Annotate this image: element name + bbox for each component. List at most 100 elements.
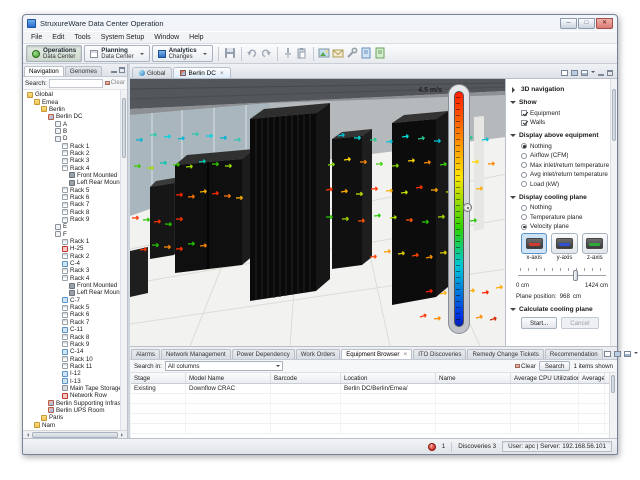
tree-item-h-25[interactable]: H-25 xyxy=(25,245,127,252)
tab-berlin-dc[interactable]: Berlin DC× xyxy=(173,67,230,78)
cooling-plane-option-nothing[interactable]: Nothing xyxy=(521,204,608,211)
tree-item-nam[interactable]: Nam xyxy=(25,421,127,428)
column-header-model-name[interactable]: Model Name xyxy=(186,373,271,383)
tree-vertical-scrollbar[interactable] xyxy=(120,90,127,430)
image-icon[interactable] xyxy=(318,47,331,60)
panel-fill-icon[interactable] xyxy=(614,351,621,357)
tree-item-left-rear-moun[interactable]: Left Rear Moun xyxy=(25,289,127,296)
panel-split-icon[interactable] xyxy=(624,351,631,357)
undo-icon[interactable] xyxy=(246,47,259,60)
close-window-button[interactable]: ✕ xyxy=(596,18,613,29)
tree-item-rack-4[interactable]: Rack 4 xyxy=(25,164,127,171)
tree-item-rack-9[interactable]: Rack 9 xyxy=(25,216,127,223)
view-menu-icon[interactable] xyxy=(591,71,595,75)
tree-item-rack-6[interactable]: Rack 6 xyxy=(25,311,127,318)
radio-nothing[interactable] xyxy=(521,143,527,149)
menu-edit[interactable]: Edit xyxy=(47,33,69,42)
table-row[interactable]: ExistingDownflow CRACBerlin DC/Berlin/Em… xyxy=(131,384,616,394)
mode-button-operations[interactable]: OperationsData Center xyxy=(26,45,82,62)
tree-item-e[interactable]: E xyxy=(25,223,127,230)
menu-system-setup[interactable]: System Setup xyxy=(96,33,150,42)
maximize-panel-icon[interactable] xyxy=(119,67,125,73)
tree-item-rack-5[interactable]: Rack 5 xyxy=(25,186,127,193)
tree-item-rack-11[interactable]: Rack 11 xyxy=(25,363,127,370)
tree-item-rack-6[interactable]: Rack 6 xyxy=(25,194,127,201)
minimize-panel-icon[interactable] xyxy=(111,68,117,73)
mode-button-analytics[interactable]: AnalyticsChanges xyxy=(152,45,213,62)
menu-file[interactable]: File xyxy=(26,33,47,42)
right-panel-scrollbar[interactable] xyxy=(610,79,617,346)
display-above-option-airflow-cfm[interactable]: Airflow (CFM) xyxy=(521,152,608,159)
checkbox-walls[interactable] xyxy=(521,120,527,126)
section-3d-navigation[interactable]: 3D navigation xyxy=(510,86,608,93)
radio-airflow-cfm[interactable] xyxy=(521,153,527,159)
redo-icon[interactable] xyxy=(260,47,273,60)
table-vertical-scrollbar[interactable] xyxy=(609,373,616,438)
radio-velocity-plane[interactable] xyxy=(521,224,527,230)
tree-item-front-mounted[interactable]: Front Mounted xyxy=(25,282,127,289)
column-header-average-pow[interactable]: Average Pow xyxy=(579,373,605,383)
column-header-stage[interactable]: Stage xyxy=(131,373,186,383)
tree-item-f[interactable]: F xyxy=(25,231,127,238)
tree-item-c-11[interactable]: C-11 xyxy=(25,326,127,333)
maximize-window-button[interactable]: □ xyxy=(578,18,595,29)
tab-navigation[interactable]: Navigation xyxy=(24,66,64,76)
y-axis-button[interactable] xyxy=(551,233,577,254)
tree-item-rack-5[interactable]: Rack 5 xyxy=(25,304,127,311)
search-input[interactable] xyxy=(49,79,103,88)
titlebar[interactable]: StruxureWare Data Center Operation ─ □ ✕ xyxy=(23,15,617,31)
column-header-location[interactable]: Location xyxy=(341,373,436,383)
tree-item-c-4[interactable]: C-4 xyxy=(25,260,127,267)
display-above-option-load-kw[interactable]: Load (kW) xyxy=(521,181,608,188)
tree-item-rack-4[interactable]: Rack 4 xyxy=(25,275,127,282)
section-show[interactable]: Show xyxy=(510,98,608,107)
checkbox-equipment[interactable] xyxy=(521,110,527,116)
column-header-name[interactable]: Name xyxy=(436,373,511,383)
show-option-equipment[interactable]: Equipment xyxy=(521,110,608,117)
show-option-walls[interactable]: Walls xyxy=(521,119,608,126)
radio-load-kw[interactable] xyxy=(521,181,527,187)
menu-tools[interactable]: Tools xyxy=(69,33,95,42)
tree-horizontal-scrollbar[interactable] xyxy=(23,430,127,438)
panel-menu-icon[interactable] xyxy=(634,352,638,356)
wrench-icon[interactable] xyxy=(346,47,359,60)
tree-item-network-row[interactable]: Network Row xyxy=(25,392,127,399)
tree-item-rack-9[interactable]: Rack 9 xyxy=(25,341,127,348)
display-above-option-avg-inlet-return-temperature[interactable]: Avg inlet/return temperature xyxy=(521,171,608,178)
plane-position-slider[interactable] xyxy=(518,268,606,280)
tab-global[interactable]: Global xyxy=(132,67,172,78)
section-display-cooling-plane[interactable]: Display cooling plane xyxy=(510,193,608,202)
tab-work-orders[interactable]: Work Orders xyxy=(296,349,340,359)
mail-icon[interactable] xyxy=(332,47,345,60)
close-tab-icon[interactable]: × xyxy=(403,352,407,357)
x-axis-button[interactable] xyxy=(521,233,547,254)
tab-alarms[interactable]: Alarms xyxy=(131,349,160,359)
tree-item-rack-3[interactable]: Rack 3 xyxy=(25,157,127,164)
tree-item-rack-1[interactable]: Rack 1 xyxy=(25,238,127,245)
radio-nothing[interactable] xyxy=(521,205,527,211)
search-button[interactable]: Search xyxy=(539,361,571,371)
cooling-plane-option-temperature-plane[interactable]: Temperature plane xyxy=(521,214,608,221)
z-axis-button[interactable] xyxy=(582,233,608,254)
view-fill-icon[interactable] xyxy=(571,70,578,76)
search-in-select[interactable]: All columns xyxy=(165,361,283,371)
tab-power-dependency[interactable]: Power Dependency xyxy=(232,349,295,359)
tree-item-a[interactable]: A xyxy=(25,120,127,127)
close-tab-icon[interactable]: × xyxy=(220,71,224,76)
tree-item-berlin[interactable]: Berlin xyxy=(25,106,127,113)
tab-remedy-change-tickets[interactable]: Remedy Change Tickets xyxy=(467,349,543,359)
save-icon[interactable] xyxy=(224,47,237,60)
tree-item-rack-2[interactable]: Rack 2 xyxy=(25,253,127,260)
tree-item-berlin-dc[interactable]: Berlin DC xyxy=(25,113,127,120)
tree-item-global[interactable]: Global xyxy=(25,91,127,98)
tree-item-c-14[interactable]: C-14 xyxy=(25,348,127,355)
minimize-window-button[interactable]: ─ xyxy=(560,18,577,29)
column-header-average-cpu-utilization[interactable]: Average CPU Utilization ... xyxy=(511,373,579,383)
tree-item-rack-3[interactable]: Rack 3 xyxy=(25,267,127,274)
tree-item-c-7[interactable]: C-7 xyxy=(25,297,127,304)
section-display-above-equipment[interactable]: Display above equipment xyxy=(510,131,608,140)
menu-help[interactable]: Help xyxy=(184,33,208,42)
error-icon[interactable]: ! xyxy=(428,443,436,451)
3d-viewport[interactable]: 4.5 m/s xyxy=(130,79,506,346)
column-header-barcode[interactable]: Barcode xyxy=(271,373,341,383)
